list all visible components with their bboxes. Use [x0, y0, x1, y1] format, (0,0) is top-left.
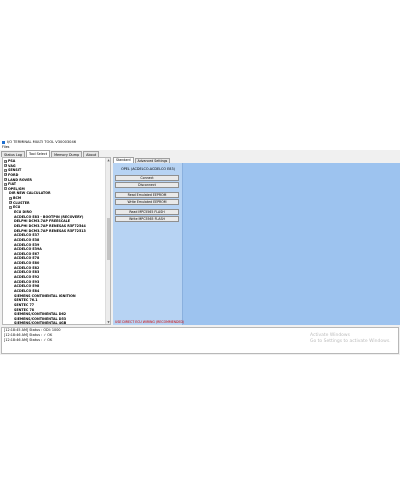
tree-item-label: BCM [13, 196, 22, 201]
ecu-label: OPEL (ACDELCO-ACDELCO E83) [121, 167, 175, 171]
read-eeprom-button[interactable]: Read Emulated EEPROM [115, 192, 179, 198]
tree-item-label: ACDELCO E67 [14, 251, 40, 256]
collapse-icon[interactable]: - [4, 187, 7, 191]
disconnect-button[interactable]: Disconnect [115, 182, 179, 188]
tree-item-label: ACDELCO E83 - BOOTPIN (RECOVERY) [14, 214, 84, 219]
connect-button[interactable]: Connect [115, 175, 179, 181]
tree-item-label: SIEMENS/CONTINENTAL D62 [14, 312, 67, 317]
menu-files[interactable]: Files [2, 145, 9, 149]
tree-item-label: FIAT [8, 182, 17, 187]
tree-item-label: ECU DIRO [14, 210, 32, 215]
tree-item-label: ACDELCO E39 [14, 242, 40, 247]
expand-icon[interactable]: + [4, 164, 7, 168]
tree-item-label: ACDELCO E38 [14, 237, 40, 242]
tree-item-label: ECU [13, 205, 21, 210]
tree-item-label: SIEMENS CONTINENTAL IGNITION [14, 293, 76, 298]
tree-item-label: DELPHI DCM3.7AP RENESAS R5F72544 [14, 223, 86, 228]
main-tabs: Status Log Tool Select Memory Dump About [0, 150, 100, 157]
tree-item-label: OPEL/GM [8, 186, 25, 191]
tree-item-label: SENTEC 78 [14, 307, 35, 312]
window-title: I/O TERMINAL MULTI TOOL V30003046 [7, 140, 77, 144]
expand-icon[interactable]: + [4, 182, 7, 186]
scrollbar-thumb[interactable] [107, 218, 110, 260]
app-icon [2, 140, 5, 144]
tree-item-label: SENTEC 76.1 [14, 298, 38, 303]
tree-item-label: ACDELCO E92 [14, 275, 40, 280]
tree-item-label: SENTEC 77 [14, 302, 35, 307]
tree-item-label: DELPHI DCM3.7AP RENESAS R5F72513 [14, 228, 86, 233]
tree-scrollbar[interactable]: ▲ ▼ [105, 158, 110, 324]
expand-icon[interactable]: + [4, 178, 7, 182]
tab-tool-select[interactable]: Tool Select [25, 150, 51, 157]
collapse-icon[interactable]: - [9, 205, 12, 209]
tree-item-label: SIEMENS/CONTINENTAL 4GB [14, 321, 67, 325]
tree-item[interactable]: SIEMENS/CONTINENTAL 4GB [3, 321, 106, 325]
tree-item-label: ACDELCO E39A [14, 247, 42, 252]
tree-item-label: ACDELCO E80 [14, 261, 40, 266]
expand-icon[interactable]: + [4, 168, 7, 172]
tree-item-label: ACDELCO E93 [14, 279, 40, 284]
tree-item-label: CLUSTER [13, 200, 30, 205]
tree-list: +PSA +VAG +SENSIT +FORD +LAND ROVER +FIAT - OPE… [3, 159, 106, 325]
activation-watermark: Activate Windows Go to Settings to activ… [310, 333, 391, 345]
expand-icon[interactable]: + [4, 159, 7, 163]
tree-item-label: ACDELCO E37 [14, 233, 40, 238]
write-flash-button[interactable]: Write MPC5565 FLASH [115, 216, 179, 222]
read-flash-button[interactable]: Read MPC5565 FLASH [115, 209, 179, 215]
tool-panel: OPEL (ACDELCO-ACDELCO E83) Connect Disco… [113, 163, 400, 325]
scroll-down-icon[interactable]: ▼ [106, 320, 110, 324]
tree-item-label: ACDELCO E84 [14, 288, 40, 293]
tree-item-label: FORD [8, 172, 19, 177]
tree-item-label: PSA [8, 159, 16, 163]
write-eeprom-button[interactable]: Write Emulated EEPROM [115, 199, 179, 205]
tree-item-label: DELPHI DCM3.7AP FREESCALE [14, 219, 71, 224]
tree-item-label: SIEMENS/CONTINENTAL D53 [14, 316, 67, 321]
action-panel: OPEL (ACDELCO-ACDELCO E83) Connect Disco… [113, 163, 185, 325]
expand-icon[interactable]: + [9, 201, 12, 205]
tree-item-label: VAG [8, 163, 16, 168]
wiring-warning: USE DIRECT ECU WIRING (RECOMMENDED) [115, 320, 185, 324]
expand-icon[interactable]: + [4, 173, 7, 177]
watermark-subtitle: Go to Settings to activate Windows. [310, 339, 391, 344]
tree-item-label: LAND ROVER [8, 177, 32, 182]
scroll-up-icon[interactable]: ▲ [106, 158, 110, 162]
tree-item-label: ACDELCO E82 [14, 265, 40, 270]
tree-item-label: SENSIT [8, 168, 22, 173]
tree-item-label: DIR NEW CALCULATOR [9, 191, 51, 196]
tool-tree[interactable]: +PSA +VAG +SENSIT +FORD +LAND ROVER +FIAT - OPE… [2, 157, 111, 325]
tree-item-label: ACDELCO E98 [14, 284, 40, 289]
tree-item-label: ACDELCO E78 [14, 256, 40, 261]
expand-icon[interactable]: + [9, 196, 12, 200]
tree-item-label: ACDELCO E83 [14, 270, 40, 275]
app-window: I/O TERMINAL MULTI TOOL V30003046 Files … [0, 139, 400, 355]
